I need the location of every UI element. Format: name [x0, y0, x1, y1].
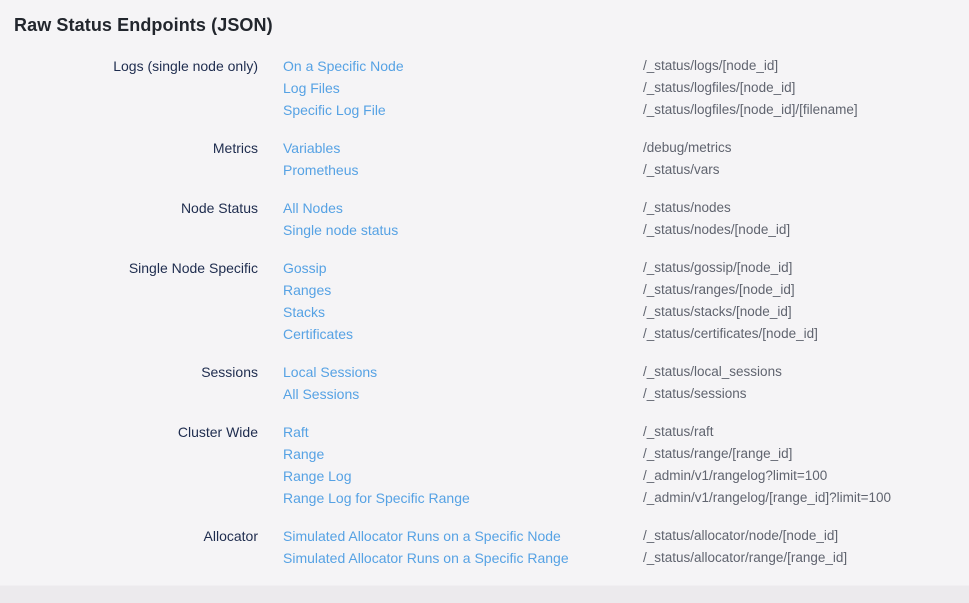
- endpoint-group: Metrics VariablesPrometheus /debug/metri…: [0, 137, 969, 181]
- endpoint-group: Logs (single node only) On a Specific No…: [0, 55, 969, 121]
- category-label: Allocator: [0, 525, 258, 547]
- endpoint-link[interactable]: Variables: [283, 137, 643, 159]
- links-column: GossipRangesStacksCertificates: [283, 257, 643, 345]
- paths-column: /_status/raft/_status/range/[range_id]/_…: [643, 421, 969, 509]
- category-label: Single Node Specific: [0, 257, 258, 279]
- endpoint-path: /_status/vars: [643, 159, 969, 181]
- raw-status-endpoints-page: Raw Status Endpoints (JSON) Logs (single…: [0, 0, 969, 603]
- endpoint-path: /_admin/v1/rangelog/[range_id]?limit=100: [643, 487, 969, 509]
- endpoint-link[interactable]: Prometheus: [283, 159, 643, 181]
- endpoint-path: /_status/local_sessions: [643, 361, 969, 383]
- endpoint-path: /_status/ranges/[node_id]: [643, 279, 969, 301]
- endpoint-link[interactable]: Simulated Allocator Runs on a Specific R…: [283, 547, 643, 569]
- endpoint-link[interactable]: Stacks: [283, 301, 643, 323]
- endpoint-path: /_status/sessions: [643, 383, 969, 405]
- endpoint-link[interactable]: Ranges: [283, 279, 643, 301]
- endpoint-path: /_status/range/[range_id]: [643, 443, 969, 465]
- category-label: Sessions: [0, 361, 258, 383]
- paths-column: /_status/allocator/node/[node_id]/_statu…: [643, 525, 969, 569]
- links-column: VariablesPrometheus: [283, 137, 643, 181]
- paths-column: /_status/logs/[node_id]/_status/logfiles…: [643, 55, 969, 121]
- endpoint-link[interactable]: Specific Log File: [283, 99, 643, 121]
- category-label: Cluster Wide: [0, 421, 258, 443]
- endpoint-path: /debug/metrics: [643, 137, 969, 159]
- links-column: Simulated Allocator Runs on a Specific N…: [283, 525, 643, 569]
- endpoint-path: /_status/stacks/[node_id]: [643, 301, 969, 323]
- endpoint-link[interactable]: Range Log for Specific Range: [283, 487, 643, 509]
- paths-column: /debug/metrics/_status/vars: [643, 137, 969, 181]
- endpoint-path: /_status/raft: [643, 421, 969, 443]
- page-title: Raw Status Endpoints (JSON): [0, 0, 969, 37]
- endpoint-link[interactable]: Local Sessions: [283, 361, 643, 383]
- links-column: Local SessionsAll Sessions: [283, 361, 643, 405]
- category-label: Logs (single node only): [0, 55, 258, 77]
- category-label: Node Status: [0, 197, 258, 219]
- endpoint-path: /_status/nodes: [643, 197, 969, 219]
- endpoint-group: Sessions Local SessionsAll Sessions /_st…: [0, 361, 969, 405]
- links-column: All NodesSingle node status: [283, 197, 643, 241]
- endpoint-link[interactable]: Simulated Allocator Runs on a Specific N…: [283, 525, 643, 547]
- endpoint-link[interactable]: Log Files: [283, 77, 643, 99]
- endpoint-group: Single Node Specific GossipRangesStacksC…: [0, 257, 969, 345]
- paths-column: /_status/nodes/_status/nodes/[node_id]: [643, 197, 969, 241]
- links-column: RaftRangeRange LogRange Log for Specific…: [283, 421, 643, 509]
- endpoint-link[interactable]: Range Log: [283, 465, 643, 487]
- endpoint-path: /_status/logs/[node_id]: [643, 55, 969, 77]
- endpoint-path: /_status/allocator/node/[node_id]: [643, 525, 969, 547]
- category-label: Metrics: [0, 137, 258, 159]
- footer-strip: [0, 585, 969, 603]
- endpoint-groups: Logs (single node only) On a Specific No…: [0, 55, 969, 569]
- endpoint-group: Node Status All NodesSingle node status …: [0, 197, 969, 241]
- endpoint-path: /_status/nodes/[node_id]: [643, 219, 969, 241]
- endpoint-path: /_status/certificates/[node_id]: [643, 323, 969, 345]
- endpoint-link[interactable]: Gossip: [283, 257, 643, 279]
- endpoint-link[interactable]: All Nodes: [283, 197, 643, 219]
- endpoint-link[interactable]: On a Specific Node: [283, 55, 643, 77]
- endpoint-link[interactable]: Raft: [283, 421, 643, 443]
- endpoint-path: /_status/allocator/range/[range_id]: [643, 547, 969, 569]
- endpoint-link[interactable]: Certificates: [283, 323, 643, 345]
- endpoint-group: Allocator Simulated Allocator Runs on a …: [0, 525, 969, 569]
- endpoint-group: Cluster Wide RaftRangeRange LogRange Log…: [0, 421, 969, 509]
- endpoint-link[interactable]: All Sessions: [283, 383, 643, 405]
- links-column: On a Specific NodeLog FilesSpecific Log …: [283, 55, 643, 121]
- endpoint-link[interactable]: Single node status: [283, 219, 643, 241]
- paths-column: /_status/gossip/[node_id]/_status/ranges…: [643, 257, 969, 345]
- endpoint-path: /_status/logfiles/[node_id]/[filename]: [643, 99, 969, 121]
- paths-column: /_status/local_sessions/_status/sessions: [643, 361, 969, 405]
- endpoint-path: /_admin/v1/rangelog?limit=100: [643, 465, 969, 487]
- endpoint-link[interactable]: Range: [283, 443, 643, 465]
- endpoint-path: /_status/logfiles/[node_id]: [643, 77, 969, 99]
- endpoint-path: /_status/gossip/[node_id]: [643, 257, 969, 279]
